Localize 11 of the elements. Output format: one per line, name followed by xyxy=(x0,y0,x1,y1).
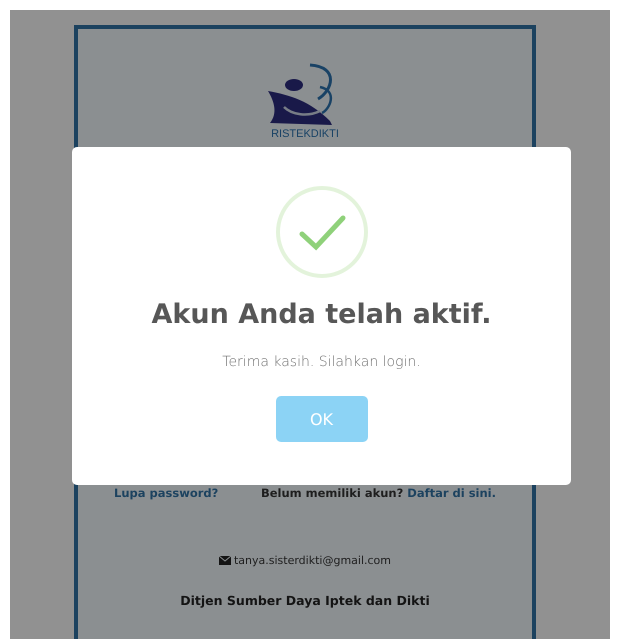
contact-email: tanya.sisterdikti@gmail.com xyxy=(234,554,392,567)
ok-button[interactable]: OK xyxy=(276,396,368,442)
forgot-password-link[interactable]: Lupa password? xyxy=(114,486,218,500)
envelope-icon xyxy=(218,556,231,565)
checkmark-circle-icon xyxy=(274,185,368,279)
footer-text: Ditjen Sumber Daya Iptek dan Dikti xyxy=(180,593,430,608)
dialog-message: Terima kasih. Silahkan login. xyxy=(222,354,421,370)
signup-prompt: Belum memiliki akun? xyxy=(260,486,404,500)
signup-link[interactable]: Daftar di sini. xyxy=(407,486,496,500)
dialog-title: Akun Anda telah aktif. xyxy=(152,299,492,330)
logo: RISTEKDIKTI xyxy=(260,61,350,141)
